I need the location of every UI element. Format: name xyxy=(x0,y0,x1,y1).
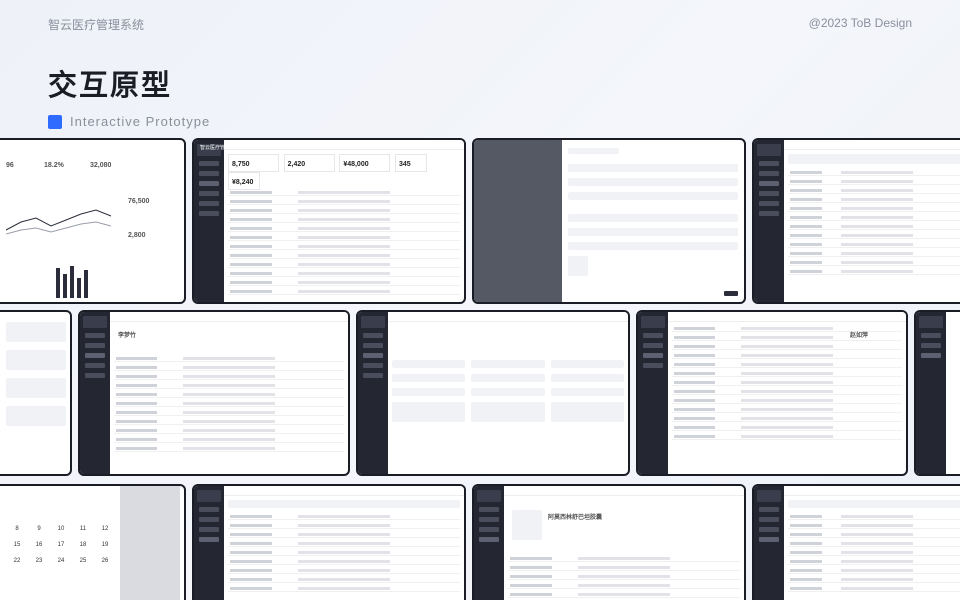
calendar-day[interactable]: 15 xyxy=(6,542,28,548)
page-title: 交互原型 xyxy=(48,70,173,102)
calendar-day[interactable]: 11 xyxy=(72,526,94,532)
calendar-day[interactable]: 26 xyxy=(94,558,116,564)
calendar-day[interactable]: 17 xyxy=(50,542,72,548)
calendar-day[interactable]: 16 xyxy=(28,542,50,548)
patient-name: 赵如萍 xyxy=(850,333,869,339)
thumbnail-drug-detail[interactable]: 阿莫西林舒巴坦胶囊 xyxy=(472,484,746,600)
thumbnail-patient-form[interactable] xyxy=(356,310,630,476)
stat-value: 345 xyxy=(398,161,411,168)
thumbnail-schedule[interactable] xyxy=(752,138,960,304)
calendar-day[interactable]: 10 xyxy=(50,526,72,532)
sidebar xyxy=(194,140,224,302)
thumbnail-drug-list[interactable] xyxy=(192,484,466,600)
thumbnail-form-drawer[interactable] xyxy=(472,138,746,304)
stat-value: 8,750 xyxy=(232,161,250,168)
system-name: 智云医疗管理系统 xyxy=(48,18,145,32)
thumbnail-dashboard[interactable]: 96 18.2% 32,080 76,500 2,800 xyxy=(0,138,186,304)
stat-value: 2,420 xyxy=(287,161,306,168)
calendar-day[interactable]: 23 xyxy=(28,558,50,564)
thumbnail-partial[interactable] xyxy=(914,310,960,476)
calendar-day[interactable]: 8 xyxy=(6,526,28,532)
copyright: @2023 ToB Design xyxy=(808,16,912,30)
stat-value: 2,800 xyxy=(128,232,146,239)
stat-value: 96 xyxy=(6,162,14,169)
thumbnail-list-page[interactable]: 智云医疗管理 8,750 2,420 ¥48,000 345 ¥8,240 xyxy=(192,138,466,304)
line-chart xyxy=(6,209,112,235)
stat-value: ¥8,240 xyxy=(232,179,254,186)
stat-value: 18.2% xyxy=(44,162,64,169)
bar-chart xyxy=(56,262,88,298)
thumbnail-staff-list[interactable] xyxy=(752,484,960,600)
stat-value: 32,080 xyxy=(90,162,112,169)
calendar-day[interactable]: 25 xyxy=(72,558,94,564)
calendar-day[interactable]: 9 xyxy=(28,526,50,532)
calendar-day[interactable]: 24 xyxy=(50,558,72,564)
calendar-day[interactable]: 12 xyxy=(94,526,116,532)
calendar-day[interactable]: 22 xyxy=(6,558,28,564)
page-subtitle: Interactive Prototype xyxy=(70,114,211,129)
drug-title: 阿莫西林舒巴坦胶囊 xyxy=(548,515,603,521)
patient-name: 李梦竹 xyxy=(118,333,137,339)
thumbnail-record[interactable]: 赵如萍 xyxy=(636,310,908,476)
thumbnail-card-list[interactable] xyxy=(0,310,72,476)
thumbnail-calendar[interactable]: 8 9 10 11 12 15 16 17 18 19 22 23 24 25 … xyxy=(0,484,186,600)
thumbnail-patient-info[interactable]: 李梦竹 xyxy=(78,310,350,476)
stat-value: 76,500 xyxy=(128,198,150,205)
calendar-day[interactable]: 18 xyxy=(72,542,94,548)
accent-square-icon xyxy=(48,114,62,129)
stat-value: ¥48,000 xyxy=(343,161,369,168)
calendar-day[interactable]: 19 xyxy=(94,542,116,548)
